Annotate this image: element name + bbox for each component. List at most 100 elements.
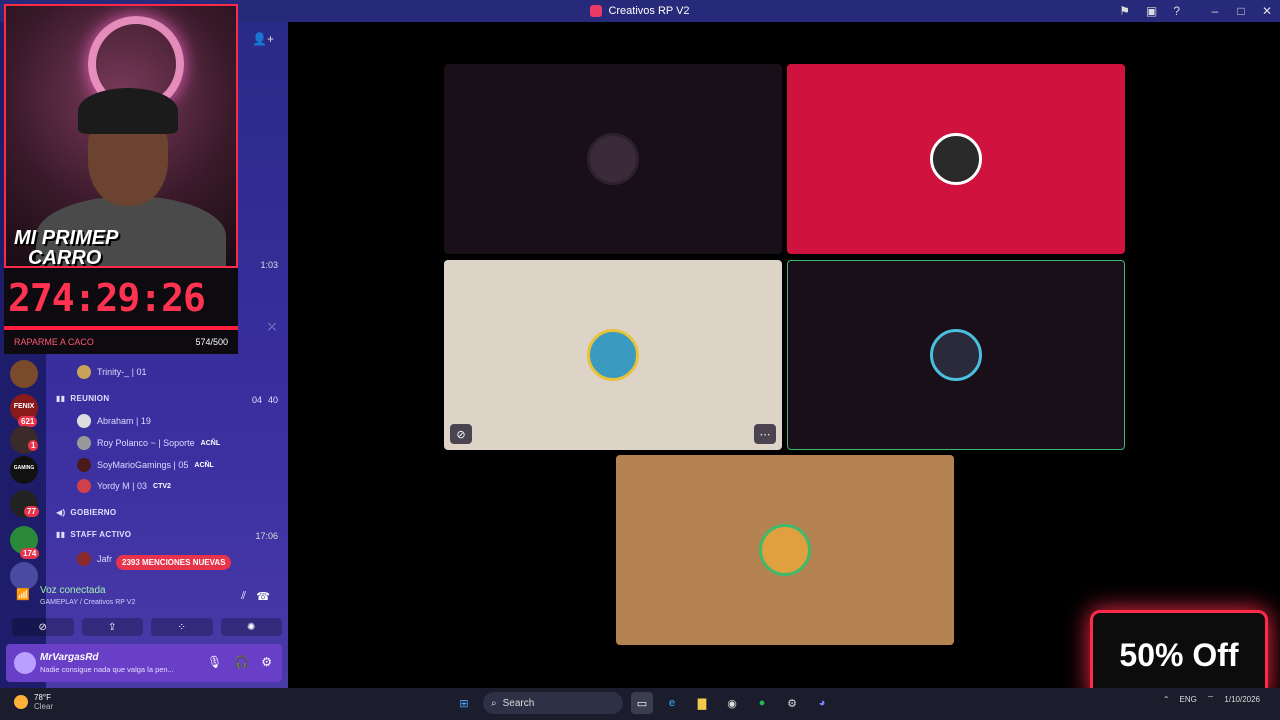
taskbar: 78°F Clear ⊞ ⌕ Search ▭ e ▇ ◉ ● ⚙ ◕ ⌃ EN… [0,688,1280,720]
settings-gear-icon[interactable]: ⚙ [261,655,272,669]
server-icon[interactable] [10,562,38,590]
server-icon[interactable]: GAMING [10,456,38,484]
channel-counts: 04 40 [251,395,278,405]
edge-icon[interactable]: e [661,692,683,714]
voice-channel-reunion[interactable]: ▮▮ REUNION [56,394,109,403]
voice-user[interactable]: Roy Polanco ~ | Soporte ACÑL [77,436,220,450]
camera-toggle-button[interactable]: ⊘ [12,618,74,636]
voice-connected-panel: 📶 Voz conectada GAMEPLAY / Creativos RP … [12,578,284,642]
disconnect-icon[interactable]: ☎ [256,590,270,603]
speaker-icon: ◀) [56,508,66,517]
app-logo-icon [590,5,603,17]
camera-off-icon: ⊘ [38,621,47,633]
maximize-button[interactable]: □ [1228,4,1254,18]
user-panel: MrVargasRd Nadie consigue nada que valga… [6,644,282,682]
start-icon[interactable]: ⊞ [453,692,475,714]
screen-share-button[interactable]: ⇪ [81,618,143,636]
role-tag: ACÑL [194,461,214,469]
add-friend-icon[interactable]: 👤+ [252,32,274,46]
app-icon[interactable]: ◉ [721,692,743,714]
voice-user[interactable]: Yordy M | 03 CTV2 [77,479,171,493]
chevron-up-icon[interactable]: ⌃ [1163,695,1170,704]
spotify-icon[interactable]: ● [751,692,773,714]
custom-status: Nadie consigue nada que valga la pen... [40,665,174,674]
username[interactable]: MrVargasRd [40,652,99,663]
help-icon[interactable]: ? [1173,4,1180,18]
avatar [77,458,91,472]
system-tray: ⌃ ENG ⌔ 1/10/2026 [1163,694,1260,704]
voice-status[interactable]: Voz conectada [40,585,106,596]
avatar [77,414,91,428]
minimize-button[interactable]: – [1202,4,1228,18]
server-icon[interactable] [10,360,38,388]
file-explorer-icon[interactable]: ▇ [691,692,713,714]
server-icon[interactable]: FENIX 621 [10,394,38,427]
more-options-icon[interactable]: ⋯ [754,424,776,444]
unread-badge: 77 [24,506,39,517]
unread-badge: 174 [20,548,40,559]
avatar [77,479,91,493]
task-view-icon[interactable]: ▭ [631,692,653,714]
new-mentions-button[interactable]: 2393 MENCIONES NUEVAS [116,555,232,570]
search-box[interactable]: ⌕ Search [483,692,623,714]
screen-icon[interactable]: ▣ [1146,4,1157,18]
webcam-overlay: MI PRIMEP CARRO [4,4,238,268]
participant-tile[interactable]: ⊘ ⋯ [444,260,782,450]
participant-avatar [587,133,639,185]
voice-user[interactable]: Abraham | 19 [77,414,151,428]
wifi-icon[interactable]: ⌔ [1207,694,1215,704]
camera-off-icon[interactable]: ⊘ [450,424,472,444]
voice-user[interactable]: Jafr [77,552,112,566]
window-title: Creativos RP V2 [608,5,690,17]
flag-icon[interactable]: ⚑ [1119,4,1130,18]
subathon-timer: 274:29:26 RAPARME A CACO 574/500 [4,268,238,354]
server-icon[interactable]: 1 [10,426,39,454]
participant-avatar [759,524,811,576]
user-avatar[interactable] [14,652,36,674]
search-icon: ⌕ [491,697,497,709]
role-tag: ACÑL [200,439,221,447]
weather-widget[interactable]: 78°F Clear [14,693,53,711]
activities-icon: ⁘ [177,621,186,633]
timer-digits: 274:29:26 [8,276,206,320]
participant-avatar [587,329,639,381]
activities-button[interactable]: ⁘ [151,618,213,636]
voice-user[interactable]: SoyMarioGamings | 05 ACÑL [77,458,214,472]
avatar [77,436,91,450]
goal-label: RAPARME A CACO [14,337,94,347]
participant-avatar [930,133,982,185]
streamer-cap [78,88,178,134]
lang-indicator[interactable]: ENG [1180,695,1197,704]
discord-icon[interactable]: ◕ [811,692,833,714]
noise-suppression-icon[interactable]: ⫽ [241,590,246,603]
voice-location[interactable]: GAMEPLAY / Creativos RP V2 [40,599,135,606]
steam-icon[interactable]: ⚙ [781,692,803,714]
close-button[interactable]: ✕ [1254,4,1280,18]
server-icon[interactable]: 174 [10,526,40,559]
voice-channel-staff[interactable]: ▮▮ STAFF ACTIVO [56,530,131,539]
goal-count: 574/500 [195,337,228,347]
unread-badge: 1 [28,440,39,451]
overlay-caption: MI PRIMEP CARRO [14,227,119,268]
participant-avatar [930,329,982,381]
avatar [77,365,91,379]
voice-activity-icon: ▮▮ [56,530,66,539]
weather-moon-icon [14,695,28,709]
voice-channel-gobierno[interactable]: ◀) GOBIERNO [56,508,116,517]
participant-tile[interactable] [616,455,954,645]
headphones-icon[interactable]: 🎧 [234,655,249,669]
promo-banner: 50% Off [1090,610,1268,700]
soundboard-button[interactable]: ✺ [220,618,282,636]
voice-user[interactable]: Trinity-_ | 01 [77,365,147,379]
channel-time: 17:06 [255,531,278,541]
participant-tile[interactable] [787,64,1125,254]
voice-activity-icon: ▮▮ [56,394,66,403]
server-icon[interactable]: 77 [10,490,39,518]
microphone-icon[interactable]: 🎙 [207,655,222,669]
avatar [77,552,91,566]
mute-icon: ⤫ [268,322,276,333]
participant-tile[interactable] [444,64,782,254]
call-timer: 1:03 [260,260,278,270]
participant-tile-speaking[interactable] [787,260,1125,450]
date-display[interactable]: 1/10/2026 [1224,695,1260,704]
